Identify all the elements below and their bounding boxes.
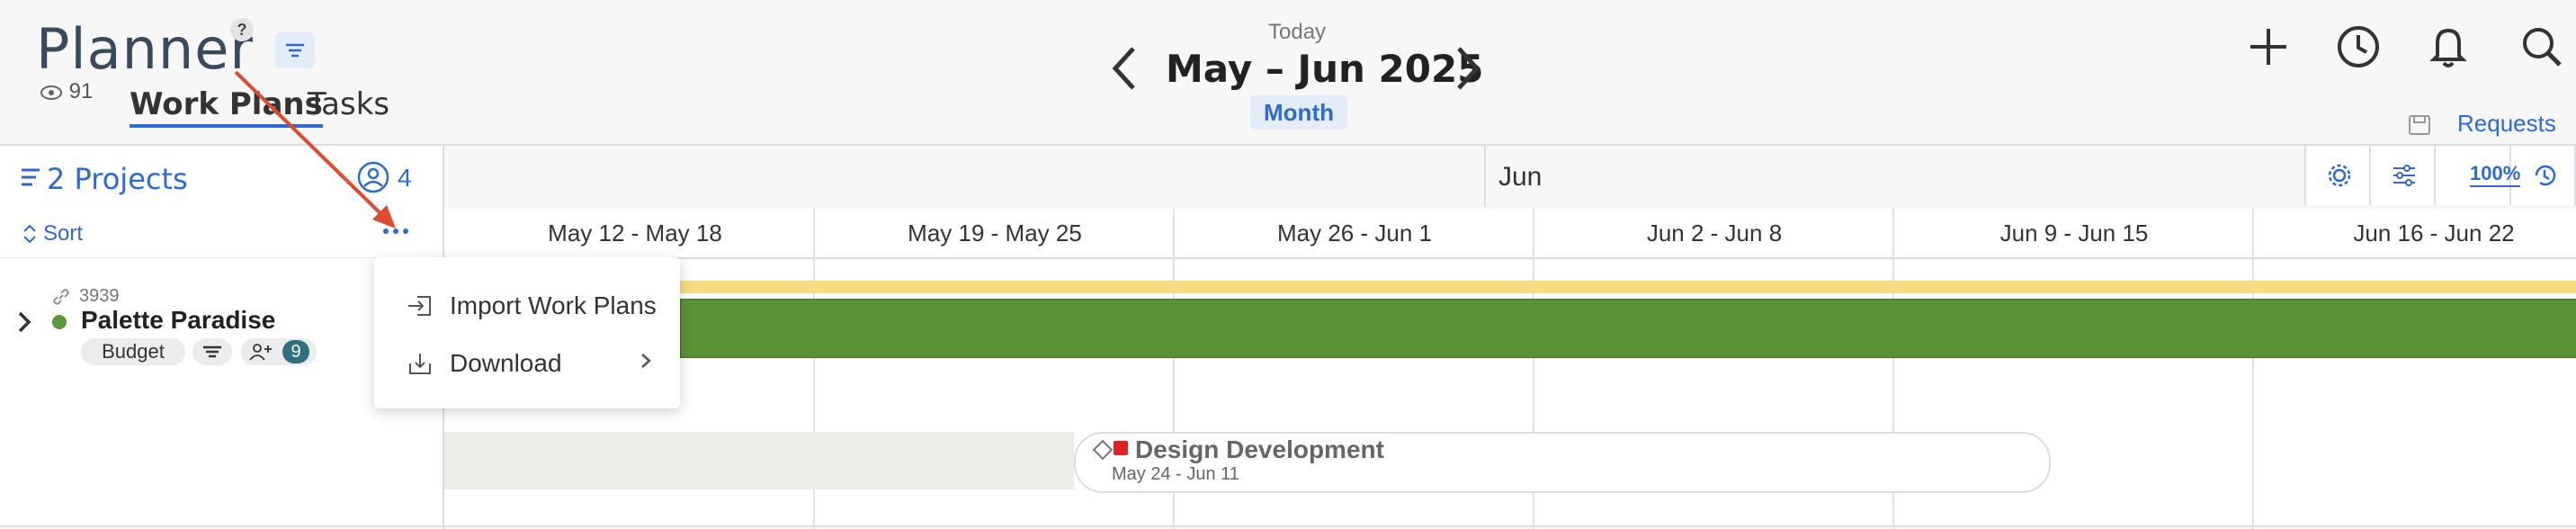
- project-schedule-bar[interactable]: [680, 299, 2576, 358]
- zoom-level: 100%: [2470, 162, 2521, 187]
- clock-icon: [2338, 26, 2379, 67]
- add-button[interactable]: [2245, 23, 2292, 75]
- week-label: May 12 - May 18: [548, 220, 722, 247]
- phase-name[interactable]: Design Development: [1135, 435, 1384, 464]
- chevron-right-icon: [18, 311, 31, 333]
- chevron-left-icon: [1112, 47, 1135, 90]
- filter-icon: [203, 345, 221, 358]
- project-name[interactable]: Palette Paradise: [81, 306, 275, 335]
- menu-item-label: Download: [450, 349, 562, 377]
- list-icon: [22, 168, 40, 186]
- month-label: Jun: [1498, 162, 1543, 192]
- week-label: Jun 16 - Jun 22: [2353, 220, 2515, 247]
- budget-flag-icon: [1114, 441, 1128, 455]
- timeline-history-button[interactable]: [2511, 146, 2576, 205]
- projects-header: 2 Projects 4: [0, 144, 443, 211]
- budget-tag[interactable]: Budget: [81, 338, 185, 365]
- filter-button[interactable]: [275, 32, 315, 68]
- menu-item-import-work-plans[interactable]: Import Work Plans: [374, 277, 680, 333]
- menu-item-label: Import Work Plans: [450, 291, 657, 319]
- eye-icon: [40, 85, 62, 100]
- more-options-button[interactable]: [381, 218, 412, 247]
- week-label: Jun 2 - Jun 8: [1646, 220, 1783, 247]
- bell-icon: [2429, 28, 2467, 67]
- timeline-toolbar: [2304, 146, 2576, 205]
- sort-icon: [23, 224, 36, 244]
- expand-project-button[interactable]: [16, 309, 32, 341]
- history-button[interactable]: [2335, 23, 2382, 75]
- week-divider: [2252, 209, 2254, 529]
- assignee-count-badge: 9: [282, 340, 309, 363]
- views-count: 91: [68, 79, 94, 103]
- link-icon: [53, 289, 69, 305]
- week-label: May 19 - May 25: [908, 220, 1082, 247]
- plus-icon: [2250, 29, 2286, 65]
- search-icon: [2523, 28, 2562, 67]
- week-label: May 26 - Jun 1: [1277, 220, 1432, 247]
- project-date-bar[interactable]: [680, 281, 2576, 293]
- sort-button[interactable]: Sort: [43, 221, 83, 247]
- chevron-right-icon: [1457, 47, 1480, 90]
- project-id: 3939: [79, 286, 120, 306]
- floppy-disk-icon: [2409, 115, 2430, 135]
- project-filter-button[interactable]: [192, 338, 232, 365]
- adjust-button[interactable]: [2371, 146, 2436, 205]
- import-icon: [408, 296, 431, 316]
- help-icon[interactable]: ?: [230, 18, 254, 41]
- page-title: Planner: [36, 16, 254, 82]
- sliders-icon: [2393, 165, 2415, 186]
- members-count: 4: [398, 164, 412, 192]
- requests-link[interactable]: Requests: [2457, 110, 2556, 138]
- next-period-button[interactable]: [1452, 43, 1484, 98]
- search-button[interactable]: [2518, 23, 2565, 75]
- week-label: Jun 9 - Jun 15: [1999, 220, 2149, 247]
- projects-count-label[interactable]: 2 Projects: [47, 162, 188, 196]
- gear-icon: [2328, 164, 2351, 187]
- settings-button[interactable]: [2306, 146, 2371, 205]
- view-mode-selector[interactable]: Month: [1250, 95, 1347, 130]
- ellipsis-icon: [383, 229, 408, 234]
- more-options-menu: Import Work Plans Download: [374, 257, 680, 408]
- chevron-right-icon: [641, 354, 651, 368]
- phase-dates: May 24 - Jun 11: [1112, 464, 1239, 484]
- add-user-icon: [249, 344, 272, 361]
- download-icon: [409, 354, 431, 374]
- filter-icon: [286, 43, 304, 58]
- project-status-dot: [52, 315, 67, 329]
- menu-item-download[interactable]: Download: [374, 335, 680, 390]
- tab-tasks[interactable]: Tasks: [308, 86, 389, 122]
- save-icon[interactable]: [2407, 113, 2432, 141]
- sort-row: Sort: [0, 209, 443, 258]
- history-icon: [2535, 165, 2556, 186]
- date-range-label: May – Jun 2025: [1166, 47, 1484, 91]
- views-counter: 91: [40, 79, 93, 104]
- notifications-button[interactable]: [2425, 23, 2472, 75]
- tab-work-plans[interactable]: Work Plans: [130, 86, 323, 128]
- today-link[interactable]: Today: [1268, 20, 1326, 45]
- user-circle-icon[interactable]: [356, 160, 390, 194]
- month-divider: [1484, 146, 1486, 207]
- prev-period-button[interactable]: [1108, 43, 1140, 98]
- bottom-divider: [0, 525, 2576, 527]
- phase-background-band: [444, 432, 1074, 489]
